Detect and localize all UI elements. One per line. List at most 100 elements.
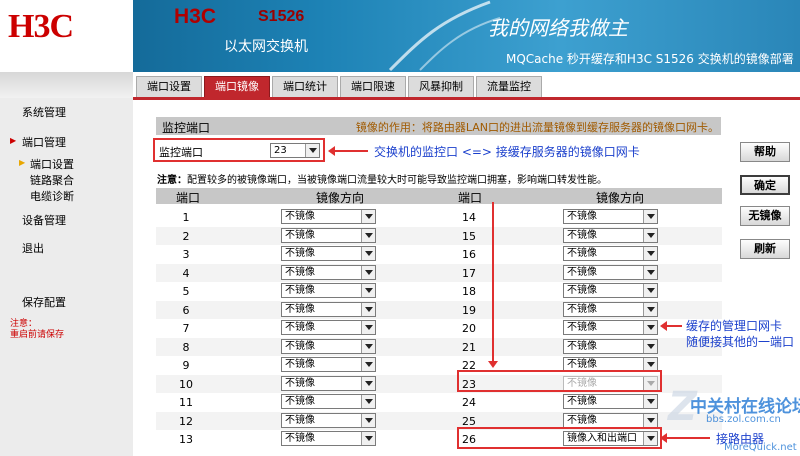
- sidebar-item-cable-diagnostics[interactable]: 电缆诊断: [30, 188, 74, 204]
- chevron-down-icon: [643, 229, 657, 242]
- mirror-direction-select[interactable]: 不镜像: [563, 228, 658, 243]
- watermark-credit: MoreQuick.net: [724, 442, 797, 453]
- chevron-down-icon: [305, 144, 319, 157]
- mirror-direction-select[interactable]: 不镜像: [281, 228, 376, 243]
- sidebar-item-device-management[interactable]: 设备管理: [22, 212, 66, 228]
- header-port-right: 端口: [458, 191, 483, 205]
- chevron-down-icon: [361, 321, 375, 334]
- table-header: 端口 镜像方向 端口 镜像方向: [156, 188, 722, 205]
- mirror-direction-value: 不镜像: [567, 285, 597, 296]
- mirror-direction-select[interactable]: 不镜像: [281, 320, 376, 335]
- port-number: 11: [179, 396, 193, 409]
- monitor-port-value: 23: [274, 145, 287, 156]
- mirror-direction-select[interactable]: 不镜像: [281, 209, 376, 224]
- port-number: 15: [462, 230, 476, 243]
- panel-header: 监控端口 镜像的作用：将路由器LAN口的进出流量镜像到缓存服务器的镜像口网卡。: [156, 117, 721, 135]
- mirror-direction-select[interactable]: 不镜像: [281, 339, 376, 354]
- port-number: 13: [179, 433, 193, 446]
- mirror-direction-value: 不镜像: [285, 359, 315, 370]
- watermark-url: bbs.zol.com.cn: [706, 414, 781, 425]
- mirror-direction-value: 不镜像: [567, 415, 597, 426]
- mirror-direction-select[interactable]: 不镜像: [563, 283, 658, 298]
- mirror-direction-select[interactable]: 不镜像: [281, 302, 376, 317]
- mirror-direction-value: 不镜像: [567, 267, 597, 278]
- ok-button[interactable]: 确定: [740, 175, 790, 195]
- highlight-port-23: [457, 370, 662, 392]
- port-number: 20: [462, 322, 476, 335]
- chevron-down-icon: [643, 414, 657, 427]
- mirror-direction-select[interactable]: 不镜像: [563, 394, 658, 409]
- mirror-direction-select[interactable]: 不镜像: [281, 376, 376, 391]
- mirror-direction-select[interactable]: 不镜像: [281, 265, 376, 280]
- mirror-direction-value: 不镜像: [285, 248, 315, 259]
- monitor-port-label: 监控端口: [159, 146, 203, 159]
- refresh-button[interactable]: 刷新: [740, 239, 790, 259]
- mirror-direction-value: 不镜像: [285, 341, 315, 352]
- port-number: 8: [182, 341, 190, 354]
- header-direction-left: 镜像方向: [316, 191, 365, 205]
- mirror-direction-select[interactable]: 不镜像: [563, 320, 658, 335]
- mirror-direction-select[interactable]: 不镜像: [281, 283, 376, 298]
- product-subtitle: 以太网交换机: [224, 39, 308, 55]
- mirror-direction-value: 不镜像: [285, 304, 315, 315]
- mirror-direction-value: 不镜像: [567, 211, 597, 222]
- annotation-monitor-port: 交换机的监控口 <=> 接缓存服务器的镜像口网卡: [374, 145, 640, 159]
- chevron-down-icon: [361, 414, 375, 427]
- mirror-direction-select[interactable]: 不镜像: [563, 209, 658, 224]
- chevron-down-icon: [361, 395, 375, 408]
- mirror-direction-value: 不镜像: [285, 396, 315, 407]
- mirror-direction-select[interactable]: 不镜像: [563, 246, 658, 261]
- tab-port-mirror[interactable]: 端口镜像: [204, 76, 270, 98]
- help-button[interactable]: 帮助: [740, 142, 790, 162]
- mirror-direction-select[interactable]: 不镜像: [281, 246, 376, 261]
- mirror-direction-select[interactable]: 不镜像: [281, 413, 376, 428]
- mirror-direction-select[interactable]: 不镜像: [281, 431, 376, 446]
- chevron-down-icon: [361, 210, 375, 223]
- chevron-down-icon: [643, 395, 657, 408]
- brand-title: H3C: [174, 5, 217, 28]
- tab-port-rate-limit[interactable]: 端口限速: [340, 76, 406, 98]
- annotation-mgmt-line2: 随便接其他的一端口: [686, 335, 795, 349]
- port-number: 5: [182, 285, 190, 298]
- document-title: MQCache 秒开缓存和H3C S1526 交换机的镜像部署: [506, 52, 794, 66]
- annotation-mgmt-line1: 缓存的管理口网卡: [686, 319, 783, 333]
- monitor-port-select[interactable]: 23: [270, 143, 320, 158]
- mirror-direction-select[interactable]: 不镜像: [281, 357, 376, 372]
- mirror-direction-value: 不镜像: [285, 415, 315, 426]
- tab-traffic-monitor[interactable]: 流量监控: [476, 76, 542, 98]
- sidebar-item-logout[interactable]: 退出: [22, 240, 44, 256]
- h3c-logo: H3C: [8, 8, 74, 45]
- mirror-direction-select[interactable]: 不镜像: [563, 413, 658, 428]
- mirror-direction-select[interactable]: 不镜像: [563, 302, 658, 317]
- sidebar-item-link-aggregation[interactable]: 链路聚合: [30, 172, 74, 188]
- mirror-direction-value: 不镜像: [285, 433, 315, 444]
- port-number: 3: [182, 248, 190, 261]
- sidebar-item-port-settings[interactable]: 端口设置: [19, 156, 74, 172]
- chevron-down-icon: [643, 284, 657, 297]
- chevron-down-icon: [643, 340, 657, 353]
- mirror-direction-select[interactable]: 不镜像: [563, 339, 658, 354]
- chevron-down-icon: [361, 377, 375, 390]
- port-number: 19: [462, 304, 476, 317]
- sidebar-note-text: 重启前请保存: [10, 330, 65, 340]
- tab-storm-suppression[interactable]: 风暴抑制: [408, 76, 474, 98]
- annotation-arrow-monitor: [328, 146, 368, 156]
- sidebar-item-save-config[interactable]: 保存配置: [22, 294, 66, 310]
- sidebar-item-system[interactable]: 系统管理: [22, 104, 66, 120]
- chevron-down-icon: [361, 432, 375, 445]
- mirror-direction-value: 不镜像: [285, 211, 315, 222]
- tab-port-statistics[interactable]: 端口统计: [272, 76, 338, 98]
- sidebar-item-port-management[interactable]: 端口管理: [10, 134, 66, 150]
- port-number: 17: [462, 267, 476, 280]
- swoosh-graphic: [388, 0, 500, 72]
- chevron-down-icon: [361, 340, 375, 353]
- tab-port-settings[interactable]: 端口设置: [136, 76, 202, 98]
- panel-hint: 镜像的作用：将路由器LAN口的进出流量镜像到缓存服务器的镜像口网卡。: [355, 121, 719, 134]
- mirror-direction-select[interactable]: 不镜像: [563, 265, 658, 280]
- panel-title: 监控端口: [162, 121, 211, 135]
- mirror-direction-value: 不镜像: [567, 322, 597, 333]
- sidebar: [0, 72, 133, 456]
- no-mirror-button[interactable]: 无镜像: [740, 206, 790, 226]
- port-number: 2: [182, 230, 190, 243]
- mirror-direction-select[interactable]: 不镜像: [281, 394, 376, 409]
